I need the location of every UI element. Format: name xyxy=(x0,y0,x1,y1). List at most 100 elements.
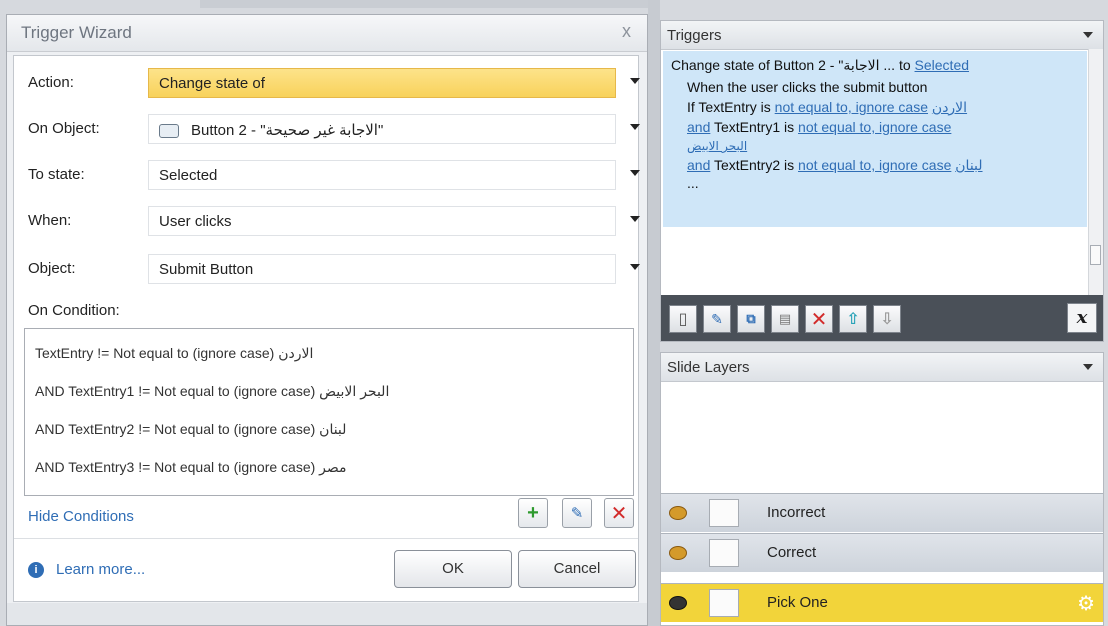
trigger-line-5: البحر الابيض xyxy=(687,139,747,153)
object-row: Object: Submit Button xyxy=(22,254,640,284)
trigger-value-link[interactable]: الاردن xyxy=(932,99,967,115)
when-label: When: xyxy=(28,212,72,229)
on-object-select[interactable]: Button 2 - "الاجابة غير صحيحة" xyxy=(148,114,616,144)
scrollbar-thumb[interactable] xyxy=(1090,245,1101,265)
layer-item-correct[interactable]: Correct xyxy=(661,533,1103,572)
on-object-value: Button 2 - "الاجابة غير صحيحة" xyxy=(191,122,384,139)
when-select[interactable]: User clicks xyxy=(148,206,616,236)
object-select[interactable]: Submit Button xyxy=(148,254,616,284)
trigger-value-link[interactable]: البحر الابيض xyxy=(687,139,747,153)
dialog-title: Trigger Wizard xyxy=(21,23,132,42)
when-value: User clicks xyxy=(159,213,232,230)
on-object-row: On Object: Button 2 - "الاجابة غير صحيحة… xyxy=(22,114,640,144)
gear-icon[interactable]: ⚙ xyxy=(1077,591,1095,616)
trigger-value-link[interactable]: لبنان xyxy=(955,157,982,173)
close-icon[interactable]: x xyxy=(622,21,631,42)
layer-name: Pick One xyxy=(767,594,828,611)
move-down-button[interactable]: ⇩ xyxy=(873,305,901,333)
layer-thumbnail xyxy=(709,499,739,527)
visibility-eye-icon[interactable] xyxy=(669,506,687,520)
layer-name: Correct xyxy=(767,544,817,561)
action-row: Action: Change state of xyxy=(22,68,640,98)
variables-button[interactable]: x xyxy=(1067,303,1097,333)
trigger-line-7: ... xyxy=(687,175,699,191)
action-label: Action: xyxy=(28,74,74,91)
cancel-button[interactable]: Cancel xyxy=(518,550,636,588)
chevron-down-icon[interactable] xyxy=(1083,32,1093,38)
chevron-down-icon xyxy=(630,264,640,270)
trigger-line-4: and TextEntry1 is not equal to, ignore c… xyxy=(687,119,951,135)
on-object-dropdown-button[interactable] xyxy=(620,114,640,144)
on-object-value-wrap: Button 2 - "الاجابة غير صحيحة" xyxy=(159,121,383,139)
on-condition-label: On Condition: xyxy=(28,302,120,319)
delete-trigger-button[interactable]: ✕ xyxy=(805,305,833,333)
trigger-wizard-dialog: Trigger Wizard x Action: Change state of… xyxy=(6,14,648,626)
chevron-down-icon[interactable] xyxy=(1083,364,1093,370)
layer-name: Incorrect xyxy=(767,504,826,521)
new-trigger-button[interactable]: ▯ xyxy=(669,305,697,333)
trigger-operator-link[interactable]: not equal to, ignore case xyxy=(798,157,951,173)
edit-icon: ✎ xyxy=(711,310,723,327)
layer-thumbnail xyxy=(709,589,739,617)
add-condition-button[interactable]: + xyxy=(518,498,548,528)
trigger-state-link[interactable]: Selected xyxy=(915,57,969,73)
edit-trigger-button[interactable]: ✎ xyxy=(703,305,731,333)
splitter[interactable] xyxy=(648,0,660,626)
condition-item[interactable]: AND TextEntry2 != Not equal to (ignore c… xyxy=(35,421,346,438)
arrow-up-icon: ⇧ xyxy=(846,311,860,328)
move-up-button[interactable]: ⇧ xyxy=(839,305,867,333)
object-dropdown-button[interactable] xyxy=(620,254,640,284)
action-select[interactable]: Change state of xyxy=(148,68,616,98)
trigger-operator-link[interactable]: not equal to, ignore case xyxy=(775,99,928,115)
triggers-pane: Triggers Change state of Button 2 - "الا… xyxy=(660,20,1104,342)
slide-layers-title: Slide Layers xyxy=(667,359,750,376)
delete-condition-button[interactable]: ✕ xyxy=(604,498,634,528)
condition-item[interactable]: TextEntry != Not equal to (ignore case) … xyxy=(35,345,313,362)
layer-item-incorrect[interactable]: Incorrect xyxy=(661,493,1103,532)
to-state-dropdown-button[interactable] xyxy=(620,160,640,190)
info-icon: i xyxy=(28,562,44,578)
triggers-title: Triggers xyxy=(667,27,722,44)
edit-condition-button[interactable]: ✎ xyxy=(562,498,592,528)
paste-trigger-button[interactable]: ▤ xyxy=(771,305,799,333)
triggers-toolbar: ▯ ✎ ⧉ ▤ ✕ ⇧ ⇩ x xyxy=(661,295,1103,341)
delete-icon: ✕ xyxy=(610,502,628,525)
copy-trigger-button[interactable]: ⧉ xyxy=(737,305,765,333)
on-object-label: On Object: xyxy=(28,120,100,137)
condition-item[interactable]: AND TextEntry3 != Not equal to (ignore c… xyxy=(35,459,347,476)
trigger-and-link[interactable]: and xyxy=(687,119,710,135)
ok-button[interactable]: OK xyxy=(394,550,512,588)
to-state-select[interactable]: Selected xyxy=(148,160,616,190)
divider xyxy=(14,538,638,539)
button-object-icon xyxy=(159,124,179,139)
trigger-and-link[interactable]: and xyxy=(687,157,710,173)
trigger-line-1: Change state of Button 2 - "الاجابة ... … xyxy=(671,57,969,74)
copy-icon: ⧉ xyxy=(746,311,756,326)
triggers-scrollbar[interactable] xyxy=(1088,49,1103,295)
slide-layers-pane: Slide Layers Incorrect Correct Pick One … xyxy=(660,352,1104,626)
chevron-down-icon xyxy=(630,124,640,130)
condition-item[interactable]: AND TextEntry1 != Not equal to (ignore c… xyxy=(35,383,389,400)
trigger-action-text: Change state of Button 2 - "الاجابة ... … xyxy=(671,57,915,73)
plus-icon: + xyxy=(527,501,539,524)
trigger-line-2: When the user clicks the submit button xyxy=(687,79,928,95)
object-value: Submit Button xyxy=(159,261,254,278)
visibility-eye-icon[interactable] xyxy=(669,596,687,610)
selected-trigger[interactable]: Change state of Button 2 - "الاجابة ... … xyxy=(663,51,1087,227)
trigger-operator-link[interactable]: not equal to, ignore case xyxy=(798,119,951,135)
trigger-cond-text: TextEntry1 is xyxy=(710,119,799,135)
when-row: When: User clicks xyxy=(22,206,640,236)
visibility-eye-icon[interactable] xyxy=(669,546,687,560)
layer-item-pick-one[interactable]: Pick One ⚙ xyxy=(661,583,1103,622)
chevron-down-icon xyxy=(630,216,640,222)
chevron-down-icon xyxy=(630,78,640,84)
action-dropdown-button[interactable] xyxy=(620,68,640,98)
when-dropdown-button[interactable] xyxy=(620,206,640,236)
trigger-line-3: If TextEntry is not equal to, ignore cas… xyxy=(687,99,967,116)
trigger-line-6: and TextEntry2 is not equal to, ignore c… xyxy=(687,157,983,174)
to-state-value: Selected xyxy=(159,167,218,184)
hide-conditions-link[interactable]: Hide Conditions xyxy=(28,508,134,525)
background-window-edge xyxy=(200,0,650,8)
learn-more-link[interactable]: Learn more... xyxy=(56,561,145,578)
conditions-list[interactable]: TextEntry != Not equal to (ignore case) … xyxy=(24,328,634,496)
